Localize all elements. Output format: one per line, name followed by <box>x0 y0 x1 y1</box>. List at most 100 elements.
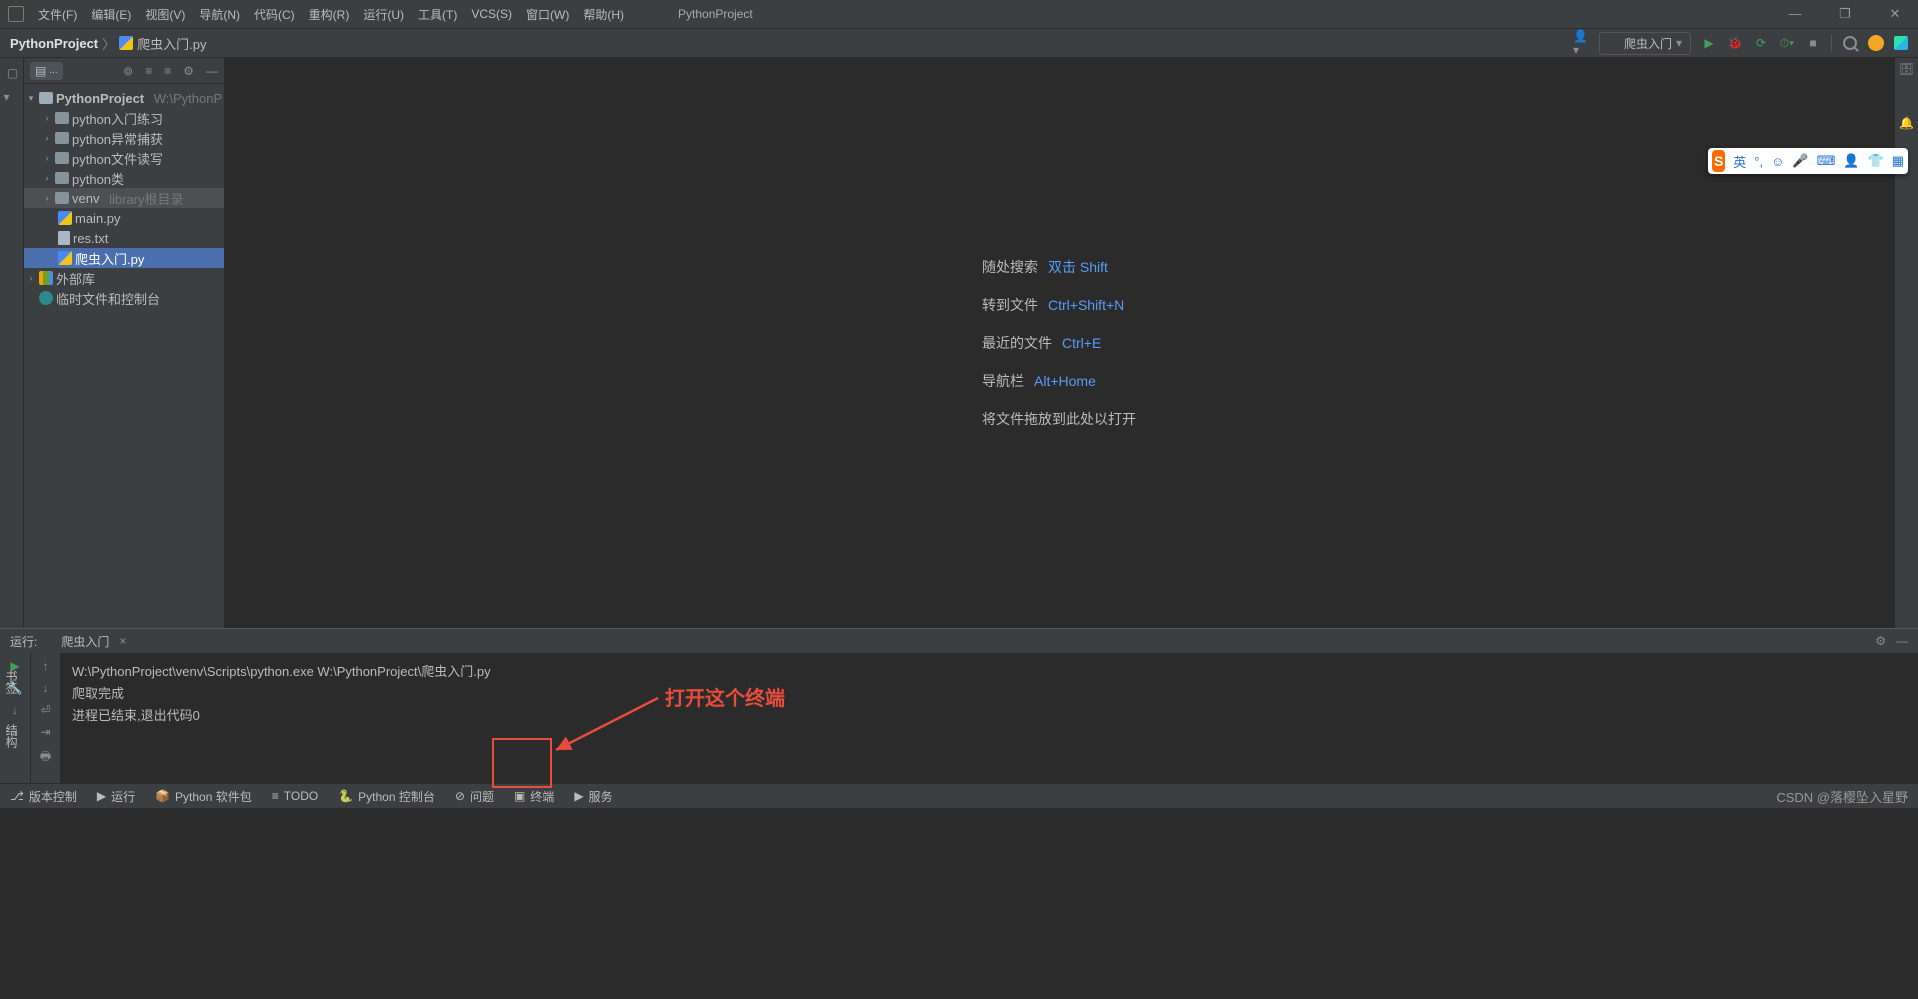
scratch-icon <box>39 291 53 305</box>
codewithme-icon[interactable] <box>1894 36 1908 50</box>
stop-icon[interactable]: ■ <box>1805 35 1821 51</box>
run-gutter-output: ↑ ↓ ⏎ ⇥ 🖶 <box>30 653 60 783</box>
hide-icon[interactable]: — <box>206 64 218 78</box>
folder-icon <box>55 192 69 204</box>
tree-root[interactable]: ▾ PythonProject W:\PythonP <box>24 88 224 108</box>
hint-label: 随处搜索 <box>982 257 1038 277</box>
tab-packages[interactable]: 📦Python 软件包 <box>155 788 252 805</box>
tree-folder[interactable]: ›python入门练习 <box>24 108 224 128</box>
collapse-all-icon[interactable]: ≡ <box>164 64 171 78</box>
console-line: 进程已结束,退出代码0 <box>72 705 1906 727</box>
tree-folder[interactable]: ›python异常捕获 <box>24 128 224 148</box>
titlebar: 文件(F) 编辑(E) 视图(V) 导航(N) 代码(C) 重构(R) 运行(U… <box>0 0 1918 28</box>
minimize-icon[interactable]: — <box>1780 6 1810 22</box>
tab-todo[interactable]: ≡TODO <box>272 789 318 803</box>
print-icon[interactable]: 🖶 <box>40 747 51 768</box>
menu-navigate[interactable]: 导航(N) <box>199 6 240 23</box>
ime-keyboard-icon[interactable]: ⌨ <box>1817 153 1836 169</box>
tab-terminal[interactable]: ▣终端 <box>514 788 554 805</box>
user-icon[interactable]: 👤▾ <box>1573 35 1589 51</box>
hide-icon[interactable]: — <box>1896 634 1908 648</box>
ime-user-icon[interactable]: 👤 <box>1843 153 1859 169</box>
maximize-icon[interactable]: ❐ <box>1830 6 1860 22</box>
python-file-icon <box>43 635 55 647</box>
expand-all-icon[interactable]: ≡ <box>145 64 152 78</box>
ime-emoji-icon[interactable]: ☺ <box>1771 154 1784 169</box>
notifications-icon[interactable]: 🔔 <box>1899 116 1914 130</box>
project-toolwindow-icon[interactable]: ▢ <box>4 66 20 82</box>
profile-icon[interactable]: ⏱▾ <box>1779 35 1795 51</box>
python-file-icon <box>58 211 72 225</box>
console-line: 爬取完成 <box>72 683 1906 705</box>
run-tab-name[interactable]: 爬虫入门 <box>61 633 109 650</box>
softwrap-icon[interactable]: ⏎ <box>40 703 50 717</box>
menu-run[interactable]: 运行(U) <box>363 6 404 23</box>
folder-icon <box>55 172 69 184</box>
select-opened-icon[interactable]: ⊚ <box>123 64 133 78</box>
close-icon[interactable]: ✕ <box>1880 6 1910 22</box>
menu-view[interactable]: 视图(V) <box>145 6 185 23</box>
tab-python-console[interactable]: 🐍Python 控制台 <box>338 788 435 805</box>
tree-file[interactable]: main.py <box>24 208 224 228</box>
tab-services[interactable]: ▶服务 <box>574 788 612 805</box>
tree-folder[interactable]: ›python文件读写 <box>24 148 224 168</box>
debug-icon[interactable]: 🐞 <box>1727 35 1743 51</box>
python-file-icon <box>1608 37 1620 49</box>
ime-skin-icon[interactable]: 👕 <box>1868 153 1884 169</box>
tree-file[interactable]: res.txt <box>24 228 224 248</box>
avatar-icon[interactable] <box>1868 35 1884 51</box>
menu-tools[interactable]: 工具(T) <box>418 6 457 23</box>
run-config-selector[interactable]: 爬虫入门 ▾ <box>1599 32 1691 55</box>
tree-file-selected[interactable]: 爬虫入门.py <box>24 248 224 268</box>
problems-icon: ⊘ <box>455 789 465 803</box>
run-icon[interactable]: ▶ <box>1701 35 1717 51</box>
project-view-selector[interactable]: ▤ ... <box>30 62 63 80</box>
gear-icon[interactable]: ⚙ <box>183 64 194 78</box>
breadcrumb-chevron-icon: 〉 <box>102 34 115 53</box>
folder-icon <box>55 112 69 124</box>
gear-icon[interactable]: ⚙ <box>1875 634 1886 648</box>
coverage-icon[interactable]: ⟳ <box>1753 35 1769 51</box>
collapse-icon[interactable]: ▾ <box>4 90 20 106</box>
menu-vcs[interactable]: VCS(S) <box>471 7 512 21</box>
left-vertical-tabs: 书签 结构 <box>3 670 20 748</box>
menu-help[interactable]: 帮助(H) <box>583 6 624 23</box>
down-icon[interactable]: ↓ <box>43 681 49 695</box>
database-icon[interactable]: 🗄 <box>1899 62 1914 76</box>
text-file-icon <box>58 231 70 245</box>
up-icon[interactable]: ↑ <box>43 659 49 673</box>
terminal-icon: ▣ <box>514 789 525 803</box>
tree-venv[interactable]: ›venv library根目录 <box>24 188 224 208</box>
menu-code[interactable]: 代码(C) <box>254 6 295 23</box>
tab-version-control[interactable]: ⎇版本控制 <box>10 788 77 805</box>
ime-punct-icon[interactable]: °, <box>1754 154 1763 169</box>
menu-refactor[interactable]: 重构(R) <box>309 6 350 23</box>
close-tab-icon[interactable]: × <box>119 634 126 648</box>
main-row: ▢ ▾ ▤ ... ⊚ ≡ ≡ ⚙ — ▾ PythonProject W:\P… <box>0 58 1918 628</box>
bookmarks-tab[interactable]: 书签 <box>3 670 20 694</box>
project-tree: ▾ PythonProject W:\PythonP ›python入门练习 ›… <box>24 84 224 312</box>
search-icon[interactable] <box>1842 35 1858 51</box>
drop-hint: 将文件拖放到此处以打开 <box>982 409 1136 429</box>
ime-lang[interactable]: 英 <box>1733 152 1746 171</box>
ime-grid-icon[interactable]: ▦ <box>1892 153 1904 169</box>
menu-file[interactable]: 文件(F) <box>38 6 77 23</box>
hint-key: Ctrl+E <box>1062 335 1101 351</box>
ime-voice-icon[interactable]: 🎤 <box>1792 153 1808 169</box>
run-header-label: 运行: <box>10 633 37 650</box>
structure-tab[interactable]: 结构 <box>3 724 20 748</box>
tab-run[interactable]: ▶运行 <box>97 788 135 805</box>
tree-folder[interactable]: ›python类 <box>24 168 224 188</box>
menu-edit[interactable]: 编辑(E) <box>91 6 131 23</box>
menu-window[interactable]: 窗口(W) <box>526 6 569 23</box>
scroll-end-icon[interactable]: ⇥ <box>40 725 50 739</box>
breadcrumb-file[interactable]: 爬虫入门.py <box>137 34 206 53</box>
sogou-logo-icon: S <box>1712 150 1725 172</box>
tab-problems[interactable]: ⊘问题 <box>455 788 494 805</box>
breadcrumb-root[interactable]: PythonProject <box>10 36 98 51</box>
tree-scratches[interactable]: ›临时文件和控制台 <box>24 288 224 308</box>
ime-toolbar[interactable]: S 英 °, ☺ 🎤 ⌨ 👤 👕 ▦ <box>1708 148 1908 174</box>
project-pane: ▤ ... ⊚ ≡ ≡ ⚙ — ▾ PythonProject W:\Pytho… <box>24 58 224 628</box>
tree-external-libs[interactable]: ›外部库 <box>24 268 224 288</box>
console-output[interactable]: W:\PythonProject\venv\Scripts\python.exe… <box>60 653 1918 783</box>
